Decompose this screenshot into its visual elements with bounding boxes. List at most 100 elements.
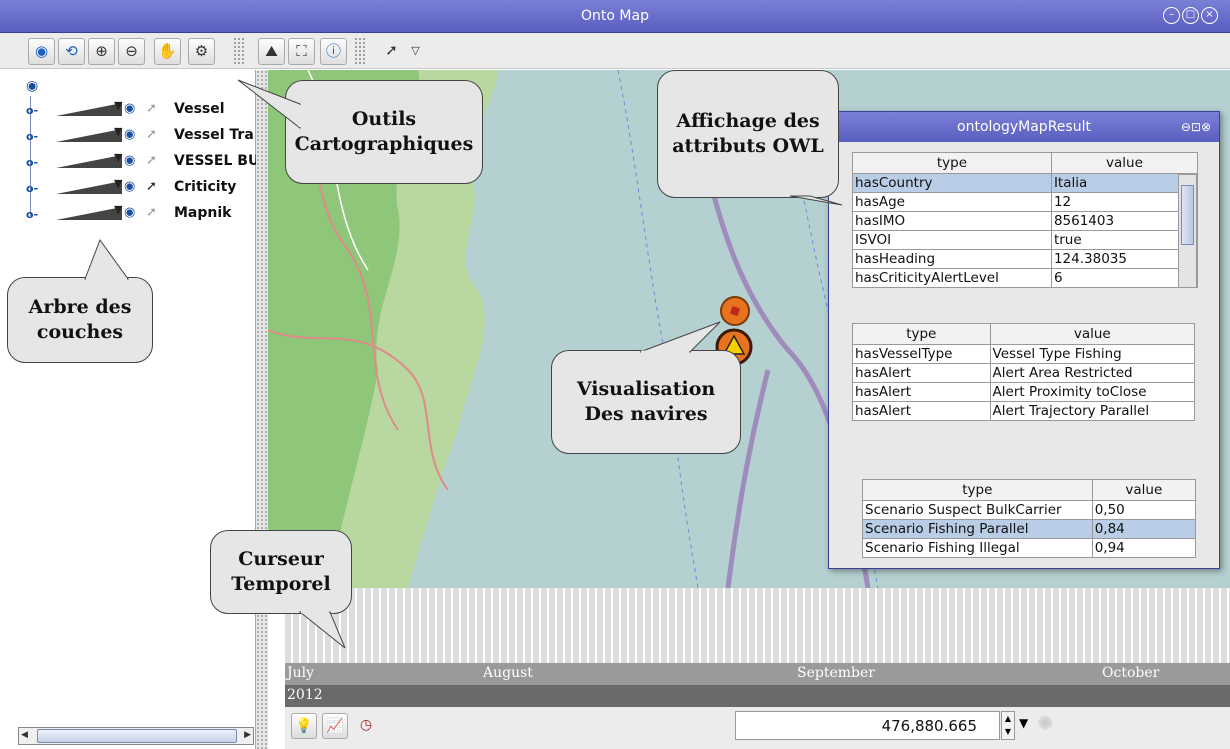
table-row[interactable]: Scenario Fishing Illegal 0,94	[862, 538, 1197, 558]
table-row[interactable]: Scenario Suspect BulkCarrier 0,50	[862, 500, 1197, 520]
column-header[interactable]: value	[1050, 152, 1199, 174]
callout-line: Visualisation	[576, 378, 716, 401]
zoom-out-icon[interactable]: ⊖	[118, 38, 145, 65]
time-spinner-input[interactable]: 476,880.665	[735, 711, 1000, 740]
opacity-thumb-icon[interactable]: ▼	[114, 127, 122, 138]
table-row[interactable]: ISVOI true	[852, 230, 1199, 250]
opacity-slider[interactable]	[56, 155, 122, 168]
layer-name: Mapnik	[174, 205, 232, 221]
column-header[interactable]: type	[852, 323, 991, 345]
month-label: September	[797, 665, 875, 681]
eye-icon[interactable]: ◉	[26, 78, 38, 94]
time-cursor-track[interactable]	[285, 588, 1230, 663]
tree-node-icon[interactable]: o-	[26, 130, 38, 143]
toolbar-grip[interactable]	[233, 37, 245, 65]
opacity-slider[interactable]	[56, 129, 122, 142]
table-scrollbar[interactable]	[1178, 174, 1197, 288]
close-icon[interactable]: ×	[1201, 7, 1218, 24]
eye-icon[interactable]: ◉	[124, 179, 135, 194]
info-icon[interactable]: ⓘ	[320, 38, 347, 65]
result-window-title: ontologyMapResult	[957, 119, 1091, 135]
layer-row[interactable]: o- ▼ ◉ ➚ VESSEL BU	[26, 153, 256, 173]
full-extent-icon[interactable]: ⛶	[288, 38, 315, 65]
table-row[interactable]: hasAge 12	[852, 192, 1199, 212]
eye-icon[interactable]: ◉	[124, 153, 135, 168]
opacity-thumb-icon[interactable]: ▼	[114, 101, 122, 112]
tree-node-icon[interactable]: o-	[26, 156, 38, 169]
table-row[interactable]: hasAlert Alert Proximity toClose	[852, 382, 1196, 402]
opacity-thumb-icon[interactable]: ▼	[114, 179, 122, 190]
table-row[interactable]: hasAlert Alert Trajectory Parallel	[852, 401, 1196, 421]
eye-icon[interactable]: ◉	[124, 205, 135, 220]
zoom-in-icon[interactable]: ⊕	[88, 38, 115, 65]
tree-node-icon[interactable]: o-	[26, 104, 38, 117]
table-row[interactable]: hasIMO 8561403	[852, 211, 1199, 231]
pointer-icon[interactable]: ➚	[146, 101, 157, 116]
table-row[interactable]: hasHeading 124.38035	[852, 249, 1199, 269]
table-cell: hasCountry	[852, 173, 1052, 193]
scroll-thumb[interactable]	[37, 729, 237, 743]
extent-icon[interactable]: ⛰	[258, 38, 285, 65]
spinner-arrows-icon[interactable]: ▲ ▼	[1001, 711, 1015, 740]
loading-spinner-icon: ✺	[1037, 711, 1054, 735]
scroll-left-icon[interactable]: ◀	[21, 730, 28, 740]
map-settings-icon[interactable]: ⚙	[188, 38, 215, 65]
pointer-icon[interactable]: ➚	[146, 205, 157, 220]
table-row[interactable]: hasAlert Alert Area Restricted	[852, 363, 1196, 383]
scenario-table: type value Scenario Suspect BulkCarrier 0,5…	[862, 479, 1197, 558]
table-cell: hasAlert	[852, 401, 991, 421]
pointer-icon[interactable]: ➚	[146, 179, 157, 194]
opacity-thumb-icon[interactable]: ▼	[114, 153, 122, 164]
column-header[interactable]: type	[862, 479, 1093, 501]
opacity-slider[interactable]	[56, 207, 122, 220]
globe-icon[interactable]: ◉	[28, 38, 55, 65]
minimize-icon[interactable]: –	[1163, 7, 1180, 24]
opacity-thumb-icon[interactable]: ▼	[114, 205, 122, 216]
layer-row[interactable]: o- ▼ ◉ ➚ Mapnik	[26, 205, 256, 225]
horizontal-scrollbar[interactable]: ◀ ▶	[18, 727, 254, 745]
callout-line: Des navires	[584, 403, 708, 425]
select-pointer-icon[interactable]: ➚	[378, 38, 405, 65]
layer-name: Criticity	[174, 179, 237, 195]
layer-row[interactable]: o- ▼ ◉ ➚ Vessel Tra	[26, 127, 256, 147]
pointer-icon[interactable]: ➚	[146, 127, 157, 142]
result-window-controls-icon[interactable]: ⊖⊡⊗	[1181, 112, 1211, 142]
window-titlebar[interactable]: Onto Map – □ ×	[0, 0, 1230, 33]
opacity-slider[interactable]	[56, 181, 122, 194]
table-cell: Alert Proximity toClose	[989, 382, 1196, 402]
callout-line: Curseur	[238, 548, 324, 571]
column-header[interactable]: type	[852, 152, 1052, 174]
eye-icon[interactable]: ◉	[124, 127, 135, 142]
table-row[interactable]: Scenario Fishing Parallel 0,84	[862, 519, 1197, 539]
result-window-titlebar[interactable]: ontologyMapResult ⊖⊡⊗	[829, 112, 1219, 142]
table-cell: 0,50	[1091, 500, 1197, 520]
lightbulb-icon[interactable]: 💡	[291, 713, 317, 739]
tree-node-icon[interactable]: o-	[26, 182, 38, 195]
column-header[interactable]: value	[1091, 479, 1197, 501]
clock-icon[interactable]: ◷	[353, 713, 379, 739]
scroll-right-icon[interactable]: ▶	[244, 730, 251, 740]
opacity-slider[interactable]	[56, 103, 122, 116]
eye-icon[interactable]: ◉	[124, 101, 135, 116]
dropdown-arrow-icon[interactable]: ▼	[1019, 716, 1028, 730]
pointer-icon[interactable]: ➚	[146, 153, 157, 168]
month-bar: July August September October	[285, 663, 1230, 685]
tree-node-icon[interactable]: o-	[26, 208, 38, 221]
table-row[interactable]: hasVesselType Vessel Type Fishing	[852, 344, 1196, 364]
refresh-icon[interactable]: ⟲	[58, 38, 85, 65]
table-row[interactable]: hasCountry Italia	[852, 173, 1199, 193]
table-row[interactable]: hasCriticityAlertLevel 6	[852, 268, 1199, 288]
table-scroll-thumb[interactable]	[1181, 185, 1194, 245]
chevron-down-icon[interactable]: ▽	[402, 38, 429, 65]
callout-line: attributs OWL	[672, 135, 824, 157]
pan-hand-icon[interactable]: ✋	[154, 38, 181, 65]
toolbar-grip-2[interactable]	[354, 37, 366, 65]
layer-row[interactable]: o- ▼ ◉ ➚ Vessel	[26, 101, 256, 121]
layer-row[interactable]: o- ▼ ◉ ➚ Criticity	[26, 179, 256, 199]
table-cell: Alert Trajectory Parallel	[989, 401, 1196, 421]
table-cell: 6	[1050, 268, 1199, 288]
maximize-icon[interactable]: □	[1182, 7, 1199, 24]
chart-icon[interactable]: 📈	[322, 713, 348, 739]
column-header[interactable]: value	[989, 323, 1196, 345]
panel-splitter[interactable]	[256, 70, 268, 749]
